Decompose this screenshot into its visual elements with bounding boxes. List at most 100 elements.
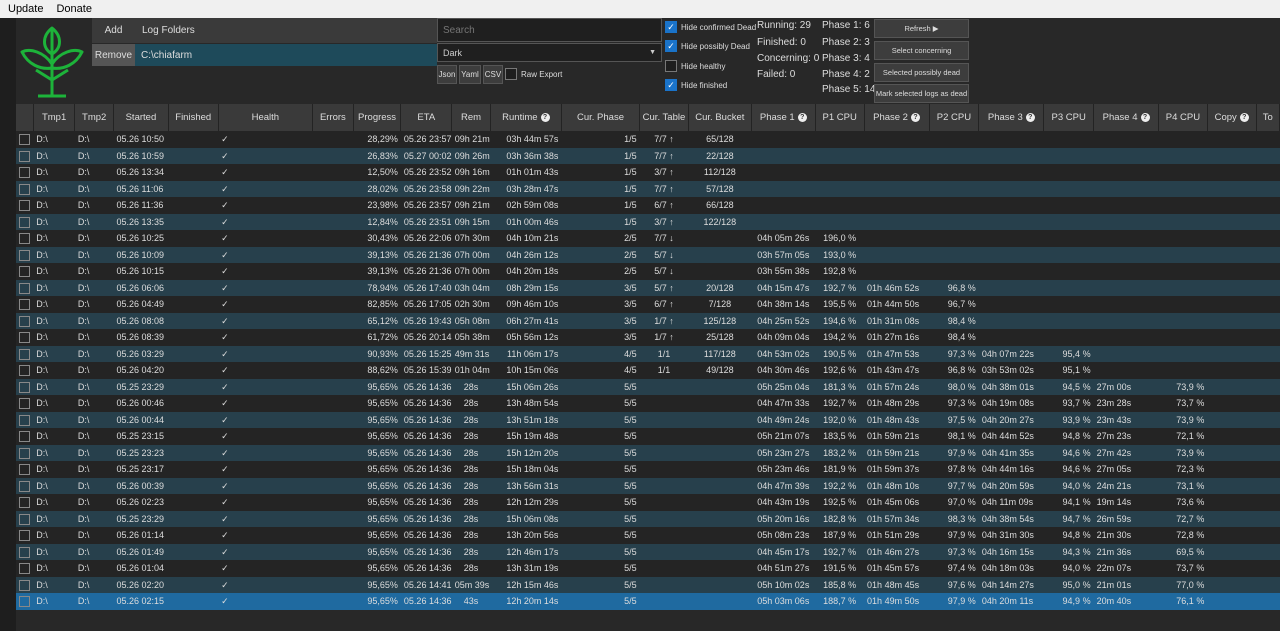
row-checkbox[interactable] xyxy=(19,365,31,377)
theme-select[interactable]: Dark ▼ xyxy=(437,43,662,62)
column-header-copy[interactable]: Copy? xyxy=(1207,104,1257,131)
row-checkbox[interactable] xyxy=(19,216,31,228)
row-checkbox[interactable] xyxy=(19,497,31,509)
hide-possibly-dead-toggle[interactable]: ✓ Hide possibly Dead xyxy=(665,40,750,52)
table-row[interactable]: D:\ D:\ 05.25 23:29 ✓ 95,65% 05.26 14:36 28s 15… xyxy=(16,378,1280,396)
hide-finished-toggle[interactable]: ✓ Hide finished xyxy=(665,79,727,91)
row-checkbox[interactable] xyxy=(19,563,31,575)
row-select-cell[interactable] xyxy=(16,131,33,148)
row-select-cell[interactable] xyxy=(16,296,33,313)
select-concerning-button[interactable]: Select concerning xyxy=(874,41,969,60)
table-row[interactable]: D:\ D:\ 05.26 04:49 ✓ 82,85% 05.26 17:05 02h 3… xyxy=(16,296,1280,313)
hide-confirmed-dead-toggle[interactable]: ✓ Hide confirmed Dead xyxy=(665,21,756,33)
search-input[interactable] xyxy=(437,18,662,42)
column-header-eta[interactable]: ETA xyxy=(400,104,453,131)
hide-confirmed-dead-checkbox[interactable]: ✓ xyxy=(665,21,677,33)
mark-selected-dead-button[interactable]: Mark selected logs as dead xyxy=(874,84,969,103)
table-row[interactable]: D:\ D:\ 05.26 00:39 ✓ 95,65% 05.26 14:36 28s 13… xyxy=(16,477,1280,494)
row-select-cell[interactable] xyxy=(16,577,33,594)
table-row[interactable]: D:\ D:\ 05.26 08:08 ✓ 65,12% 05.26 19:43 05h 0… xyxy=(16,312,1280,330)
table-row[interactable]: D:\ D:\ 05.25 23:15 ✓ 95,65% 05.26 14:36 28s 15… xyxy=(16,428,1280,445)
table-row[interactable]: D:\ D:\ 05.26 02:15 ✓ 95,65% 05.26 14:36 43s 12… xyxy=(16,593,1280,610)
row-checkbox[interactable] xyxy=(19,513,31,525)
menu-update[interactable]: Update xyxy=(8,3,43,15)
row-select-cell[interactable] xyxy=(16,181,33,198)
row-select-cell[interactable] xyxy=(16,511,33,528)
row-checkbox[interactable] xyxy=(19,282,31,294)
column-header-tmp1[interactable]: Tmp1 xyxy=(33,104,76,131)
row-checkbox[interactable] xyxy=(19,381,31,393)
row-select-cell[interactable] xyxy=(16,214,33,231)
column-header-health[interactable]: Health xyxy=(218,104,314,131)
table-row[interactable]: D:\ D:\ 05.26 10:50 ✓ 28,29% 05.26 23:57 09h 2… xyxy=(16,131,1280,148)
row-select-cell[interactable] xyxy=(16,560,33,577)
row-select-cell[interactable] xyxy=(16,445,33,462)
row-select-cell[interactable] xyxy=(16,428,33,445)
row-checkbox[interactable] xyxy=(19,266,31,278)
column-header-select[interactable] xyxy=(16,104,34,131)
column-header-p1-cpu[interactable]: P1 CPU xyxy=(815,104,865,131)
add-folder-button[interactable]: Add xyxy=(92,18,135,43)
column-header-finished[interactable]: Finished xyxy=(168,104,219,131)
hide-healthy-toggle[interactable]: Hide healthy xyxy=(665,60,725,72)
table-row[interactable]: D:\ D:\ 05.26 06:06 ✓ 78,94% 05.26 17:40 03h 0… xyxy=(16,279,1280,297)
column-header-p2-cpu[interactable]: P2 CPU xyxy=(929,104,980,131)
column-header-errors[interactable]: Errors xyxy=(312,104,354,131)
row-checkbox[interactable] xyxy=(19,596,31,608)
row-select-cell[interactable] xyxy=(16,329,33,346)
help-icon[interactable]: ? xyxy=(540,112,550,122)
table-row[interactable]: D:\ D:\ 05.26 02:20 ✓ 95,65% 05.26 14:41 05m 3… xyxy=(16,576,1280,594)
table-row[interactable]: D:\ D:\ 05.25 23:29 ✓ 95,65% 05.26 14:36 28s 15… xyxy=(16,510,1280,528)
column-header-phase-4[interactable]: Phase 4? xyxy=(1093,104,1160,131)
row-checkbox[interactable] xyxy=(19,200,31,212)
table-row[interactable]: D:\ D:\ 05.26 04:20 ✓ 88,62% 05.26 15:39 01h 0… xyxy=(16,362,1280,379)
row-select-cell[interactable] xyxy=(16,148,33,165)
table-row[interactable]: D:\ D:\ 05.26 10:59 ✓ 26,83% 05.27 00:02 09h 2… xyxy=(16,147,1280,165)
column-header-tmp2[interactable]: Tmp2 xyxy=(74,104,114,131)
export-yaml-button[interactable]: Yaml xyxy=(459,65,481,84)
row-checkbox[interactable] xyxy=(19,348,31,360)
column-header-p3-cpu[interactable]: P3 CPU xyxy=(1043,104,1095,131)
column-header-cur-bucket[interactable]: Cur. Bucket xyxy=(688,104,752,131)
menu-donate[interactable]: Donate xyxy=(56,3,91,15)
table-row[interactable]: D:\ D:\ 05.26 00:44 ✓ 95,65% 05.26 14:36 28s 13… xyxy=(16,411,1280,429)
row-checkbox[interactable] xyxy=(19,299,31,311)
row-select-cell[interactable] xyxy=(16,230,33,247)
row-checkbox[interactable] xyxy=(19,480,31,492)
table-row[interactable]: D:\ D:\ 05.26 01:14 ✓ 95,65% 05.26 14:36 28s 13… xyxy=(16,527,1280,544)
row-checkbox[interactable] xyxy=(19,315,31,327)
selected-possibly-dead-button[interactable]: Selected possibly dead xyxy=(874,63,969,82)
table-row[interactable]: D:\ D:\ 05.26 10:09 ✓ 39,13% 05.26 21:36 07h 0… xyxy=(16,246,1280,264)
row-checkbox[interactable] xyxy=(19,183,31,195)
export-json-button[interactable]: Json xyxy=(437,65,457,84)
table-row[interactable]: D:\ D:\ 05.26 13:35 ✓ 12,84% 05.26 23:51 09h 1… xyxy=(16,213,1280,231)
row-select-cell[interactable] xyxy=(16,412,33,429)
row-select-cell[interactable] xyxy=(16,379,33,396)
table-row[interactable]: D:\ D:\ 05.26 01:04 ✓ 95,65% 05.26 14:36 28s 13… xyxy=(16,560,1280,577)
table-row[interactable]: D:\ D:\ 05.26 01:49 ✓ 95,65% 05.26 14:36 28s 12… xyxy=(16,543,1280,560)
row-select-cell[interactable] xyxy=(16,346,33,363)
table-row[interactable]: D:\ D:\ 05.26 11:06 ✓ 28,02% 05.26 23:58 09h 2… xyxy=(16,180,1280,198)
row-select-cell[interactable] xyxy=(16,313,33,330)
row-checkbox[interactable] xyxy=(19,398,31,410)
row-select-cell[interactable] xyxy=(16,280,33,297)
column-header-runtime[interactable]: Runtime? xyxy=(490,104,562,131)
table-row[interactable]: D:\ D:\ 05.26 10:25 ✓ 30,43% 05.26 22:06 07h 3… xyxy=(16,230,1280,247)
column-header-to[interactable]: To xyxy=(1256,104,1280,131)
column-header-rem[interactable]: Rem xyxy=(451,104,491,131)
help-icon[interactable]: ? xyxy=(1140,112,1150,122)
column-header-phase-3[interactable]: Phase 3? xyxy=(978,104,1045,131)
column-header-phase-2[interactable]: Phase 2? xyxy=(864,104,930,131)
row-checkbox[interactable] xyxy=(19,447,31,459)
help-icon[interactable]: ? xyxy=(1239,112,1249,122)
raw-export-checkbox[interactable] xyxy=(505,68,517,80)
row-checkbox[interactable] xyxy=(19,233,31,245)
refresh-button[interactable]: Refresh ▶ xyxy=(874,19,969,38)
table-row[interactable]: D:\ D:\ 05.26 11:36 ✓ 23,98% 05.26 23:57 09h 2… xyxy=(16,197,1280,214)
hide-finished-checkbox[interactable]: ✓ xyxy=(665,79,677,91)
column-header-cur-table[interactable]: Cur. Table xyxy=(639,104,689,131)
row-select-cell[interactable] xyxy=(16,362,33,379)
row-select-cell[interactable] xyxy=(16,247,33,264)
row-select-cell[interactable] xyxy=(16,395,33,412)
row-select-cell[interactable] xyxy=(16,263,33,280)
